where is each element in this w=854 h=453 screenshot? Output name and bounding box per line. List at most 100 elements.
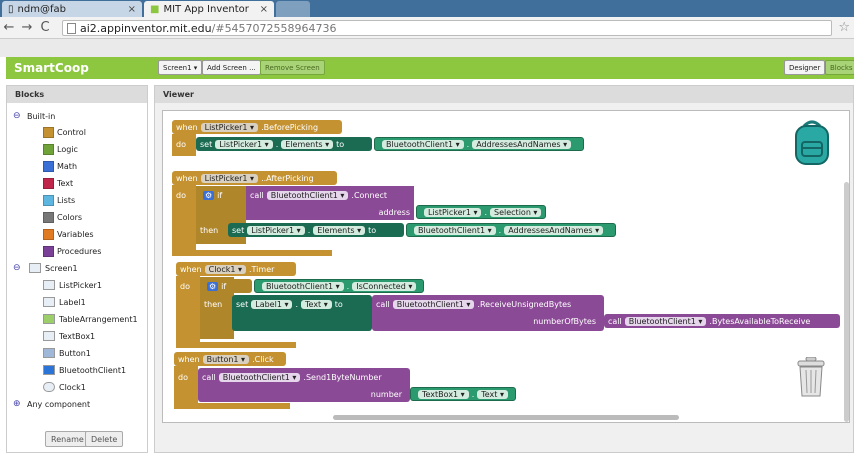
tree-item-control[interactable]: Control [43,125,86,139]
horizontal-scrollbar[interactable] [333,415,679,420]
tree-label: Button1 [59,348,91,358]
component-dropdown[interactable]: ListPicker1 ▾ [200,173,259,183]
tree-item-label1[interactable]: Label1 [43,295,86,309]
component-dropdown[interactable]: ListPicker1 ▾ [424,207,482,217]
component-dropdown[interactable]: BluetoothClient1 ▾ [218,372,301,382]
getter-block[interactable]: BluetoothClient1 ▾. AddressesAndNames ▾ [406,223,616,237]
component-dropdown[interactable]: BluetoothClient1 ▾ [392,299,475,309]
browser-tab-ndm[interactable]: ▯ ndm@fab × [2,1,142,17]
tree-item-procedures[interactable]: Procedures [43,244,101,258]
component-dropdown[interactable]: BluetoothClient1 ▾ [624,316,707,326]
getter-block[interactable]: TextBox1 ▾. Text ▾ [410,387,516,401]
property-dropdown[interactable]: AddressesAndNames ▾ [472,139,572,149]
property-dropdown[interactable]: Text ▾ [301,299,332,309]
getter-block[interactable]: BluetoothClient1 ▾. IsConnected ▾ [254,279,424,293]
event-block-listpicker1-afterpicking[interactable]: when ListPicker1 ▾ . .AfterPicking [172,171,337,185]
mutator-gear-icon[interactable]: ⚙ [203,190,215,200]
property-dropdown[interactable]: AddressesAndNames ▾ [504,225,604,235]
when-keyword: when [180,264,202,274]
then-keyword: then [204,299,223,309]
forward-arrow-icon[interactable]: → [18,20,36,35]
set-keyword: set [200,139,213,149]
getter-block[interactable]: BluetoothClient1 ▾. AddressesAndNames ▾ [374,137,584,151]
event-name: .AfterPicking [263,173,314,183]
event-block-listpicker1-beforepicking[interactable]: when ListPicker1 ▾ .BeforePicking [172,120,342,134]
remove-screen-button[interactable]: Remove Screen [260,60,325,75]
component-dropdown[interactable]: ListPicker1 ▾ [247,225,305,235]
expand-icon[interactable]: ⊕ [13,399,23,409]
tree-item-bluetoothclient1[interactable]: BluetoothClient1 [43,363,126,377]
tree-label: Control [57,127,86,137]
backpack-icon[interactable] [792,118,832,166]
component-dropdown[interactable]: Button1 ▾ [202,354,250,364]
property-dropdown[interactable]: IsConnected ▾ [352,281,417,291]
property-dropdown[interactable]: Text ▾ [477,389,508,399]
event-footer [172,250,332,256]
tree-item-built-in[interactable]: ⊖ Built-in [13,109,55,123]
component-dropdown[interactable]: BluetoothClient1 ▾ [382,139,464,149]
tree-item-screen1[interactable]: ⊖ Screen1 [13,261,78,275]
close-icon[interactable]: × [260,4,268,15]
trash-icon[interactable] [797,357,825,397]
to-keyword: to [334,299,343,309]
reload-icon[interactable]: C [36,20,54,35]
new-tab-button[interactable] [276,1,310,17]
tree-item-logic[interactable]: Logic [43,142,78,156]
browser-tab-bar: ▯ ndm@fab × ■ MIT App Inventor × [0,0,854,17]
component-dropdown[interactable]: ListPicker1 ▾ [215,139,273,149]
tree-label: Colors [57,212,83,222]
set-block[interactable]: set Label1 ▾. Text ▾ to [232,297,372,311]
designer-button[interactable]: Designer [784,60,826,75]
add-screen-button[interactable]: Add Screen ... [202,60,261,75]
screen-select[interactable]: Screen1 ▾ [158,60,203,75]
component-dropdown[interactable]: BluetoothClient1 ▾ [266,190,349,200]
mutator-gear-icon[interactable]: ⚙ [207,281,219,291]
delete-button[interactable]: Delete [85,431,124,447]
tree-item-text[interactable]: Text [43,176,73,190]
vertical-scrollbar[interactable] [844,182,849,422]
getter-block[interactable]: ListPicker1 ▾. Selection ▾ [416,205,546,219]
tree-item-button1[interactable]: Button1 [43,346,91,360]
component-dropdown[interactable]: Label1 ▾ [251,299,293,309]
blocks-button[interactable]: Blocks [825,60,854,75]
component-dropdown[interactable]: Clock1 ▾ [204,264,246,274]
property-dropdown[interactable]: Elements ▾ [281,139,334,149]
do-label-block: do [172,188,196,202]
call-block-send[interactable]: call BluetoothClient1 ▾ .Send1ByteNumber [198,370,410,384]
tree-label: Text [57,178,74,188]
event-block-button1-click[interactable]: when Button1 ▾ .Click [174,352,286,366]
if-keyword: if [221,281,227,291]
back-arrow-icon[interactable]: ← [0,20,18,35]
if-keyword: if [217,190,223,200]
collapse-icon[interactable]: ⊖ [13,263,23,273]
component-dropdown[interactable]: BluetoothClient1 ▾ [262,281,344,291]
close-icon[interactable]: × [128,4,136,15]
call-block-connect[interactable]: call BluetoothClient1 ▾ .Connect [246,188,414,202]
tree-item-textbox1[interactable]: TextBox1 [43,329,95,343]
tree-item-any-component[interactable]: ⊕ Any component [13,397,90,411]
tree-item-math[interactable]: Math [43,159,77,173]
component-dropdown[interactable]: ListPicker1 ▾ [200,122,259,132]
set-block[interactable]: set ListPicker1 ▾. Elements ▾ to [196,137,372,151]
component-dropdown[interactable]: BluetoothClient1 ▾ [414,225,496,235]
tree-item-lists[interactable]: Lists [43,193,75,207]
browser-tab-app-inventor[interactable]: ■ MIT App Inventor × [144,1,274,17]
tree-item-listpicker1[interactable]: ListPicker1 [43,278,102,292]
property-dropdown[interactable]: Elements ▾ [313,225,366,235]
tree-item-variables[interactable]: Variables [43,227,94,241]
rename-button[interactable]: Rename [45,431,90,447]
tree-item-colors[interactable]: Colors [43,210,82,224]
tree-label: Lists [57,195,76,205]
set-block[interactable]: set ListPicker1 ▾. Elements ▾ to [228,223,404,237]
address-input[interactable]: ai2.appinventor.mit.edu/#545707255896473… [62,20,832,36]
component-dropdown[interactable]: TextBox1 ▾ [418,389,469,399]
property-dropdown[interactable]: Selection ▾ [490,207,542,217]
call-block-receive[interactable]: call BluetoothClient1 ▾ .ReceiveUnsigned… [372,297,604,311]
event-block-clock1-timer[interactable]: when Clock1 ▾ .Timer [176,262,296,276]
event-name: .BeforePicking [261,122,319,132]
call-block-bytes-available[interactable]: call BluetoothClient1 ▾ .BytesAvailableT… [604,314,840,328]
collapse-icon[interactable]: ⊖ [13,111,23,121]
bookmark-star-icon[interactable]: ☆ [838,20,850,35]
tree-item-tablearrangement1[interactable]: TableArrangement1 [43,312,138,326]
tree-item-clock1[interactable]: Clock1 [43,380,86,394]
